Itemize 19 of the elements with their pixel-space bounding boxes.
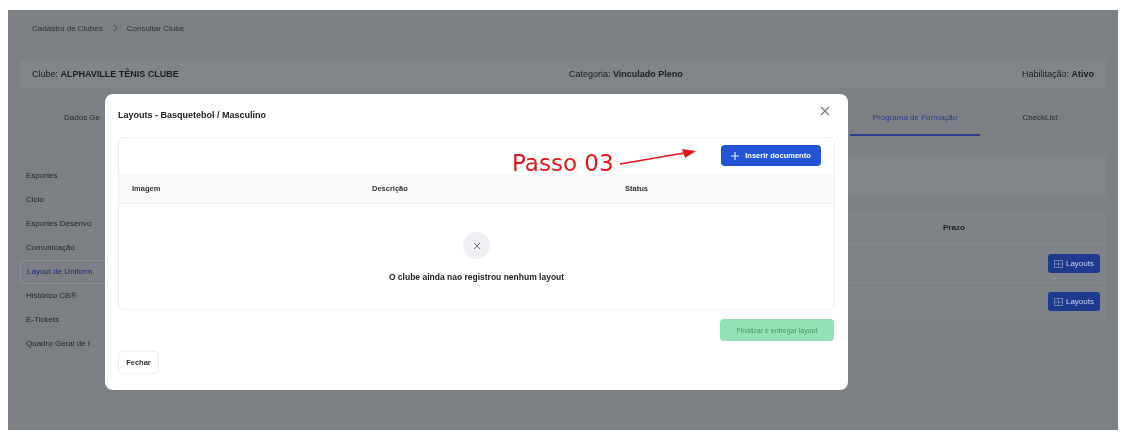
layouts-button[interactable]: Layouts: [1047, 254, 1100, 273]
image-icon: [1053, 297, 1063, 306]
breadcrumb-link[interactable]: Cadastro de Clubes: [32, 23, 103, 33]
breadcrumb-link[interactable]: Consultar Clube: [126, 23, 185, 33]
tab[interactable]: CheckList: [980, 100, 1100, 136]
club-info-text: Habilitação: Ativo: [1021, 69, 1094, 79]
empty-state-message: O clube ainda nao registrou nenhum layout: [388, 272, 565, 282]
layouts-button[interactable]: Layouts: [1047, 292, 1100, 311]
annotation-label: Passo 03: [512, 151, 614, 177]
club-info-text: Clube: ALPHAVILLE TÊNIS CLUBE: [32, 69, 180, 79]
plus-icon: [731, 151, 740, 160]
club-info-text: Categoria: Vinculado Pleno: [568, 69, 684, 79]
close-icon: [820, 106, 830, 116]
close-button[interactable]: [818, 104, 832, 118]
column-header: Prazo: [943, 222, 965, 232]
modal-title: Layouts - Basquetebol / Masculino: [118, 110, 267, 120]
image-icon: [1053, 259, 1063, 268]
close-icon: [472, 241, 481, 250]
tab[interactable]: Programa de Formação: [850, 100, 980, 136]
